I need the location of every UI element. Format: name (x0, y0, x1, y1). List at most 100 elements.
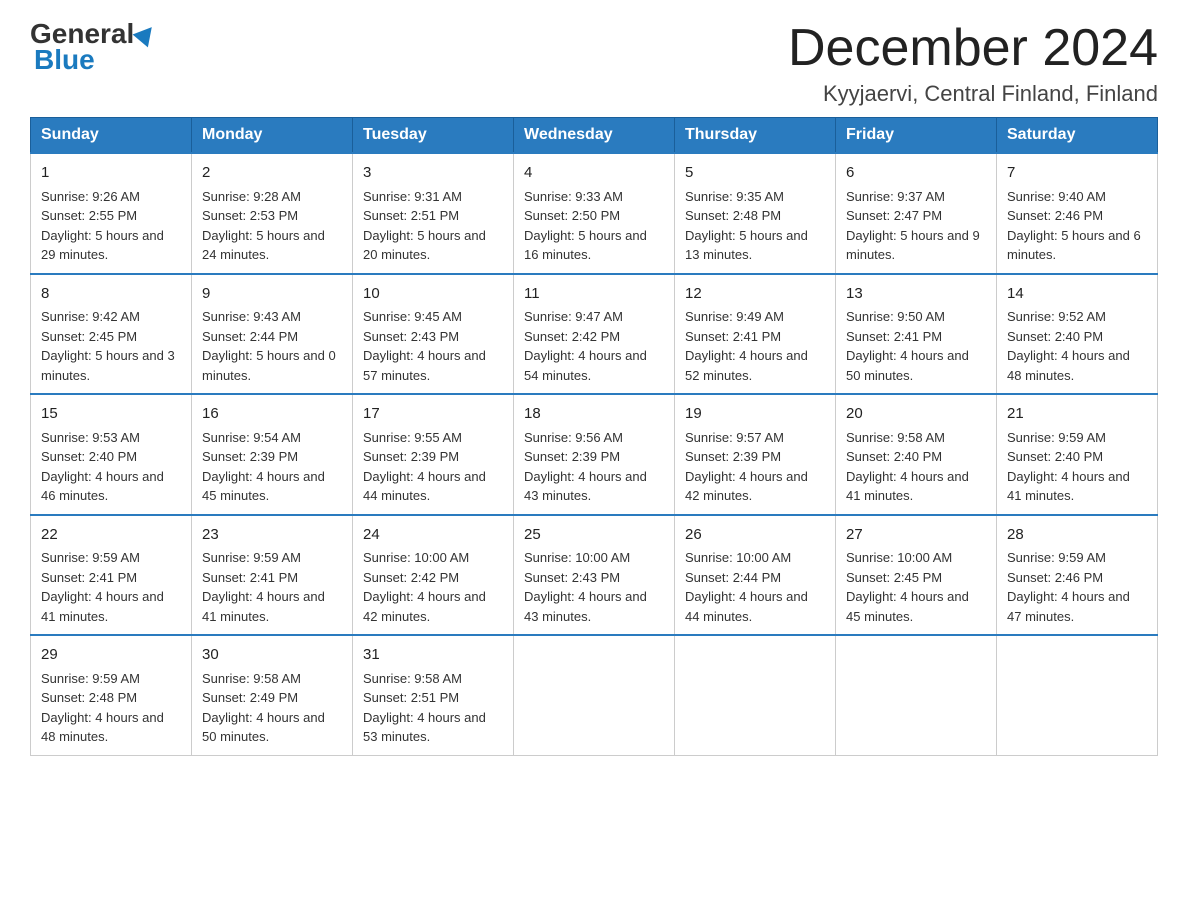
day-number: 14 (1007, 283, 1147, 306)
calendar-table: SundayMondayTuesdayWednesdayThursdayFrid… (30, 117, 1158, 756)
calendar-cell: 4 Sunrise: 9:33 AMSunset: 2:50 PMDayligh… (514, 153, 675, 274)
weekday-header-monday: Monday (192, 118, 353, 154)
day-info: Sunrise: 9:45 AMSunset: 2:43 PMDaylight:… (363, 309, 486, 383)
day-info: Sunrise: 9:35 AMSunset: 2:48 PMDaylight:… (685, 189, 808, 263)
day-number: 25 (524, 524, 664, 547)
day-info: Sunrise: 9:57 AMSunset: 2:39 PMDaylight:… (685, 430, 808, 504)
calendar-cell: 12 Sunrise: 9:49 AMSunset: 2:41 PMDaylig… (675, 274, 836, 395)
calendar-cell: 22 Sunrise: 9:59 AMSunset: 2:41 PMDaylig… (31, 515, 192, 636)
day-number: 19 (685, 403, 825, 426)
calendar-week-row-1: 1 Sunrise: 9:26 AMSunset: 2:55 PMDayligh… (31, 153, 1158, 274)
day-number: 31 (363, 644, 503, 667)
day-number: 28 (1007, 524, 1147, 547)
calendar-cell: 24 Sunrise: 10:00 AMSunset: 2:42 PMDayli… (353, 515, 514, 636)
day-number: 8 (41, 283, 181, 306)
title-area: December 2024 Kyyjaervi, Central Finland… (788, 20, 1158, 107)
location-title: Kyyjaervi, Central Finland, Finland (788, 81, 1158, 107)
day-info: Sunrise: 9:40 AMSunset: 2:46 PMDaylight:… (1007, 189, 1141, 263)
day-number: 2 (202, 162, 342, 185)
day-info: Sunrise: 9:26 AMSunset: 2:55 PMDaylight:… (41, 189, 164, 263)
day-number: 10 (363, 283, 503, 306)
logo-triangle-icon (133, 21, 160, 48)
day-number: 16 (202, 403, 342, 426)
day-number: 3 (363, 162, 503, 185)
calendar-cell: 31 Sunrise: 9:58 AMSunset: 2:51 PMDaylig… (353, 635, 514, 755)
calendar-week-row-2: 8 Sunrise: 9:42 AMSunset: 2:45 PMDayligh… (31, 274, 1158, 395)
calendar-cell: 19 Sunrise: 9:57 AMSunset: 2:39 PMDaylig… (675, 394, 836, 515)
calendar-cell: 14 Sunrise: 9:52 AMSunset: 2:40 PMDaylig… (997, 274, 1158, 395)
day-info: Sunrise: 9:31 AMSunset: 2:51 PMDaylight:… (363, 189, 486, 263)
day-info: Sunrise: 9:42 AMSunset: 2:45 PMDaylight:… (41, 309, 175, 383)
weekday-header-thursday: Thursday (675, 118, 836, 154)
day-info: Sunrise: 9:58 AMSunset: 2:51 PMDaylight:… (363, 671, 486, 745)
month-title: December 2024 (788, 20, 1158, 77)
day-number: 22 (41, 524, 181, 547)
calendar-cell (836, 635, 997, 755)
calendar-cell: 8 Sunrise: 9:42 AMSunset: 2:45 PMDayligh… (31, 274, 192, 395)
weekday-header-saturday: Saturday (997, 118, 1158, 154)
day-info: Sunrise: 9:55 AMSunset: 2:39 PMDaylight:… (363, 430, 486, 504)
day-info: Sunrise: 9:59 AMSunset: 2:40 PMDaylight:… (1007, 430, 1130, 504)
calendar-cell: 11 Sunrise: 9:47 AMSunset: 2:42 PMDaylig… (514, 274, 675, 395)
day-number: 24 (363, 524, 503, 547)
day-number: 6 (846, 162, 986, 185)
day-info: Sunrise: 9:59 AMSunset: 2:41 PMDaylight:… (202, 550, 325, 624)
day-info: Sunrise: 10:00 AMSunset: 2:45 PMDaylight… (846, 550, 969, 624)
day-info: Sunrise: 9:50 AMSunset: 2:41 PMDaylight:… (846, 309, 969, 383)
calendar-week-row-5: 29 Sunrise: 9:59 AMSunset: 2:48 PMDaylig… (31, 635, 1158, 755)
calendar-cell: 1 Sunrise: 9:26 AMSunset: 2:55 PMDayligh… (31, 153, 192, 274)
calendar-cell: 3 Sunrise: 9:31 AMSunset: 2:51 PMDayligh… (353, 153, 514, 274)
day-info: Sunrise: 9:59 AMSunset: 2:41 PMDaylight:… (41, 550, 164, 624)
day-info: Sunrise: 10:00 AMSunset: 2:43 PMDaylight… (524, 550, 647, 624)
calendar-cell: 21 Sunrise: 9:59 AMSunset: 2:40 PMDaylig… (997, 394, 1158, 515)
calendar-cell: 20 Sunrise: 9:58 AMSunset: 2:40 PMDaylig… (836, 394, 997, 515)
day-info: Sunrise: 9:58 AMSunset: 2:49 PMDaylight:… (202, 671, 325, 745)
day-number: 17 (363, 403, 503, 426)
calendar-cell: 29 Sunrise: 9:59 AMSunset: 2:48 PMDaylig… (31, 635, 192, 755)
calendar-cell (997, 635, 1158, 755)
calendar-week-row-4: 22 Sunrise: 9:59 AMSunset: 2:41 PMDaylig… (31, 515, 1158, 636)
calendar-week-row-3: 15 Sunrise: 9:53 AMSunset: 2:40 PMDaylig… (31, 394, 1158, 515)
day-info: Sunrise: 9:54 AMSunset: 2:39 PMDaylight:… (202, 430, 325, 504)
calendar-cell: 23 Sunrise: 9:59 AMSunset: 2:41 PMDaylig… (192, 515, 353, 636)
day-info: Sunrise: 9:52 AMSunset: 2:40 PMDaylight:… (1007, 309, 1130, 383)
day-number: 15 (41, 403, 181, 426)
day-number: 30 (202, 644, 342, 667)
weekday-header-wednesday: Wednesday (514, 118, 675, 154)
day-info: Sunrise: 9:47 AMSunset: 2:42 PMDaylight:… (524, 309, 647, 383)
day-number: 26 (685, 524, 825, 547)
day-info: Sunrise: 9:58 AMSunset: 2:40 PMDaylight:… (846, 430, 969, 504)
day-number: 13 (846, 283, 986, 306)
day-number: 29 (41, 644, 181, 667)
calendar-cell: 13 Sunrise: 9:50 AMSunset: 2:41 PMDaylig… (836, 274, 997, 395)
weekday-header-friday: Friday (836, 118, 997, 154)
calendar-cell: 6 Sunrise: 9:37 AMSunset: 2:47 PMDayligh… (836, 153, 997, 274)
day-info: Sunrise: 9:53 AMSunset: 2:40 PMDaylight:… (41, 430, 164, 504)
day-number: 20 (846, 403, 986, 426)
calendar-cell: 30 Sunrise: 9:58 AMSunset: 2:49 PMDaylig… (192, 635, 353, 755)
calendar-cell: 25 Sunrise: 10:00 AMSunset: 2:43 PMDayli… (514, 515, 675, 636)
weekday-header-sunday: Sunday (31, 118, 192, 154)
day-number: 23 (202, 524, 342, 547)
logo-area: General Blue (30, 20, 158, 76)
day-info: Sunrise: 9:28 AMSunset: 2:53 PMDaylight:… (202, 189, 325, 263)
calendar-cell: 2 Sunrise: 9:28 AMSunset: 2:53 PMDayligh… (192, 153, 353, 274)
day-number: 27 (846, 524, 986, 547)
page-header: General Blue December 2024 Kyyjaervi, Ce… (30, 20, 1158, 107)
calendar-cell: 27 Sunrise: 10:00 AMSunset: 2:45 PMDayli… (836, 515, 997, 636)
day-info: Sunrise: 9:56 AMSunset: 2:39 PMDaylight:… (524, 430, 647, 504)
day-number: 1 (41, 162, 181, 185)
calendar-cell: 17 Sunrise: 9:55 AMSunset: 2:39 PMDaylig… (353, 394, 514, 515)
calendar-cell: 7 Sunrise: 9:40 AMSunset: 2:46 PMDayligh… (997, 153, 1158, 274)
day-info: Sunrise: 9:59 AMSunset: 2:48 PMDaylight:… (41, 671, 164, 745)
day-number: 9 (202, 283, 342, 306)
calendar-cell: 26 Sunrise: 10:00 AMSunset: 2:44 PMDayli… (675, 515, 836, 636)
calendar-cell: 9 Sunrise: 9:43 AMSunset: 2:44 PMDayligh… (192, 274, 353, 395)
calendar-cell: 16 Sunrise: 9:54 AMSunset: 2:39 PMDaylig… (192, 394, 353, 515)
weekday-header-row: SundayMondayTuesdayWednesdayThursdayFrid… (31, 118, 1158, 154)
day-info: Sunrise: 9:43 AMSunset: 2:44 PMDaylight:… (202, 309, 336, 383)
calendar-cell: 15 Sunrise: 9:53 AMSunset: 2:40 PMDaylig… (31, 394, 192, 515)
day-number: 7 (1007, 162, 1147, 185)
day-number: 4 (524, 162, 664, 185)
calendar-cell: 5 Sunrise: 9:35 AMSunset: 2:48 PMDayligh… (675, 153, 836, 274)
